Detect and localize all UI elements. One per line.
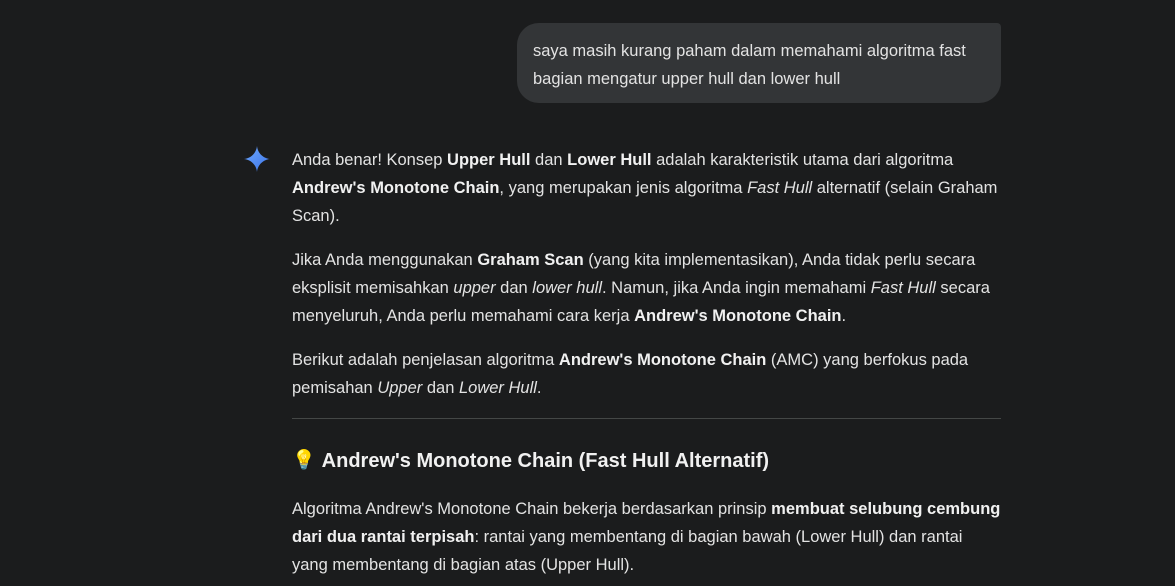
response-paragraph-3: Berikut adalah penjelasan algoritma Andr…: [292, 346, 1001, 402]
text: .: [536, 379, 542, 397]
text: .: [841, 307, 847, 325]
response-paragraph-4: Algoritma Andrew's Monotone Chain bekerj…: [292, 495, 1001, 579]
section-heading-text: Andrew's Monotone Chain (Fast Hull Alter…: [321, 450, 770, 472]
italic-text: lower hull: [532, 279, 602, 297]
response-paragraph-2: Jika Anda menggunakan Graham Scan (yang …: [292, 246, 1001, 330]
lightbulb-icon: 💡: [292, 450, 316, 471]
italic-text: Fast Hull: [870, 279, 936, 297]
section-divider: [292, 418, 1001, 419]
user-message-line-1: saya masih kurang paham dalam memahami a…: [533, 42, 966, 60]
text: . Namun, jika Anda ingin memahami: [602, 279, 871, 297]
italic-text: Lower Hull: [458, 379, 537, 397]
user-message-bubble: saya masih kurang paham dalam memahami a…: [517, 23, 1001, 103]
italic-text: upper: [453, 279, 496, 297]
bold-text: Andrew's Monotone Chain: [634, 307, 842, 325]
text: Berikut adalah penjelasan algoritma: [292, 351, 559, 369]
italic-text: Upper: [377, 379, 423, 397]
text: dan: [530, 151, 568, 169]
text: dan: [422, 379, 459, 397]
response-paragraph-1: Anda benar! Konsep Upper Hull dan Lower …: [292, 146, 1001, 230]
text: , yang merupakan jenis algoritma: [499, 179, 748, 197]
text: adalah karakteristik utama dari algoritm…: [651, 151, 954, 169]
section-heading: 💡 Andrew's Monotone Chain (Fast Hull Alt…: [292, 447, 1001, 475]
gemini-sparkle-icon: [244, 146, 270, 172]
text: dan: [495, 279, 533, 297]
assistant-response: Anda benar! Konsep Upper Hull dan Lower …: [292, 146, 1001, 579]
bold-text: Upper Hull: [447, 151, 531, 169]
bold-text: Andrew's Monotone Chain: [558, 351, 767, 369]
bold-text: Lower Hull: [567, 151, 652, 169]
italic-text: Fast Hull: [747, 179, 813, 197]
text: Anda benar! Konsep: [292, 151, 448, 169]
text: Jika Anda menggunakan: [292, 251, 478, 269]
text: Algoritma Andrew's Monotone Chain bekerj…: [292, 500, 772, 518]
chat-page: saya masih kurang paham dalam memahami a…: [0, 0, 1175, 586]
bold-text: Graham Scan: [477, 251, 584, 269]
user-message-line-2: bagian mengatur upper hull dan lower hul…: [533, 70, 841, 88]
bold-text: Andrew's Monotone Chain: [292, 179, 500, 197]
